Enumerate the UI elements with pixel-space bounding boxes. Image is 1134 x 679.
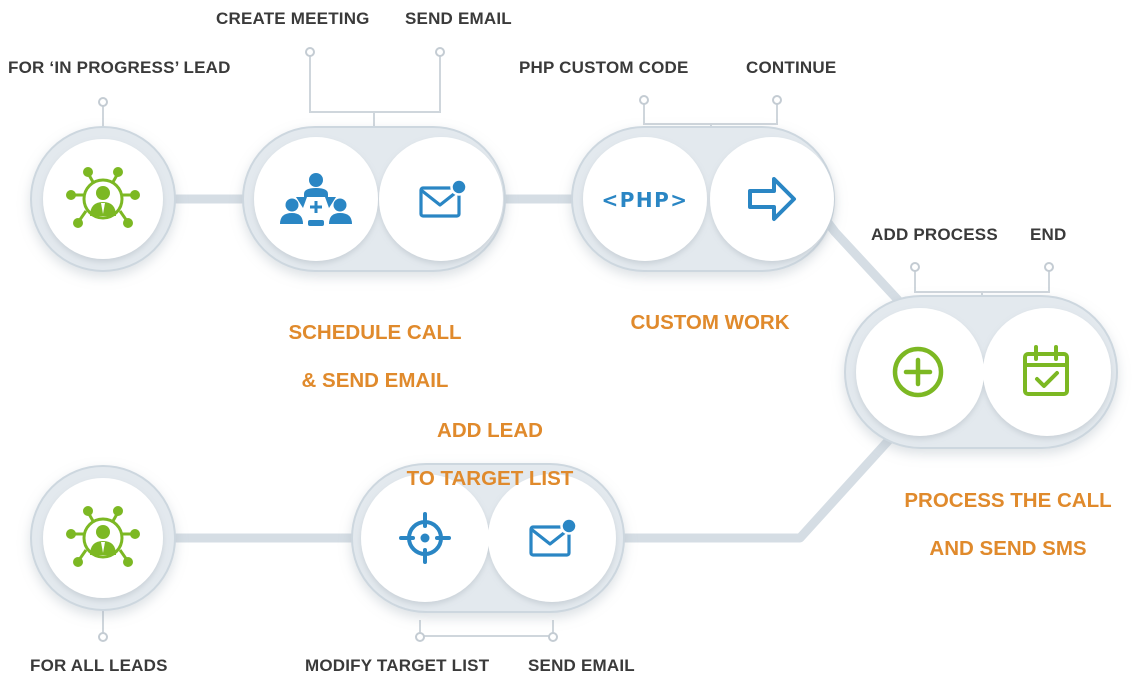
caption-add-process: ADD PROCESS xyxy=(871,225,998,244)
caption-in-progress-lead: FOR ‘IN PROGRESS’ LEAD xyxy=(8,58,231,77)
title-process-call-line2: AND SEND SMS xyxy=(929,537,1087,560)
php-code-icon-text: <PHP> xyxy=(601,188,688,212)
title-process-call-line1: PROCESS THE CALL xyxy=(904,489,1112,512)
title-custom-work: CUSTOM WORK xyxy=(630,311,790,334)
caption-create-meeting: CREATE MEETING xyxy=(216,9,370,28)
title-add-lead-line2: TO TARGET LIST xyxy=(406,467,574,490)
title-process-call: PROCESS THE CALL AND SEND SMS xyxy=(882,465,1134,585)
caption-modify-target-list: MODIFY TARGET LIST xyxy=(305,656,490,675)
title-add-lead-line1: ADD LEAD xyxy=(437,419,543,442)
workflow-diagram: <PHP> FOR ‘IN PROGRESS’ LEAD CREATE MEET… xyxy=(0,0,1134,679)
caption-send-email-bottom: SEND EMAIL xyxy=(528,656,635,675)
caption-end: END xyxy=(1030,225,1067,244)
connector-process-to-addlead xyxy=(595,425,903,543)
php-code-icon: <PHP> xyxy=(601,188,688,212)
caption-php-custom-code: PHP CUSTOM CODE xyxy=(519,58,689,77)
caption-continue: CONTINUE xyxy=(746,58,837,77)
title-schedule-call-line2: & SEND EMAIL xyxy=(301,369,449,392)
title-schedule-call-line1: SCHEDULE CALL xyxy=(288,321,462,344)
title-add-lead: ADD LEAD TO TARGET LIST xyxy=(370,395,610,515)
caption-send-email-top: SEND EMAIL xyxy=(405,9,512,28)
caption-all-leads: FOR ALL LEADS xyxy=(30,656,168,675)
